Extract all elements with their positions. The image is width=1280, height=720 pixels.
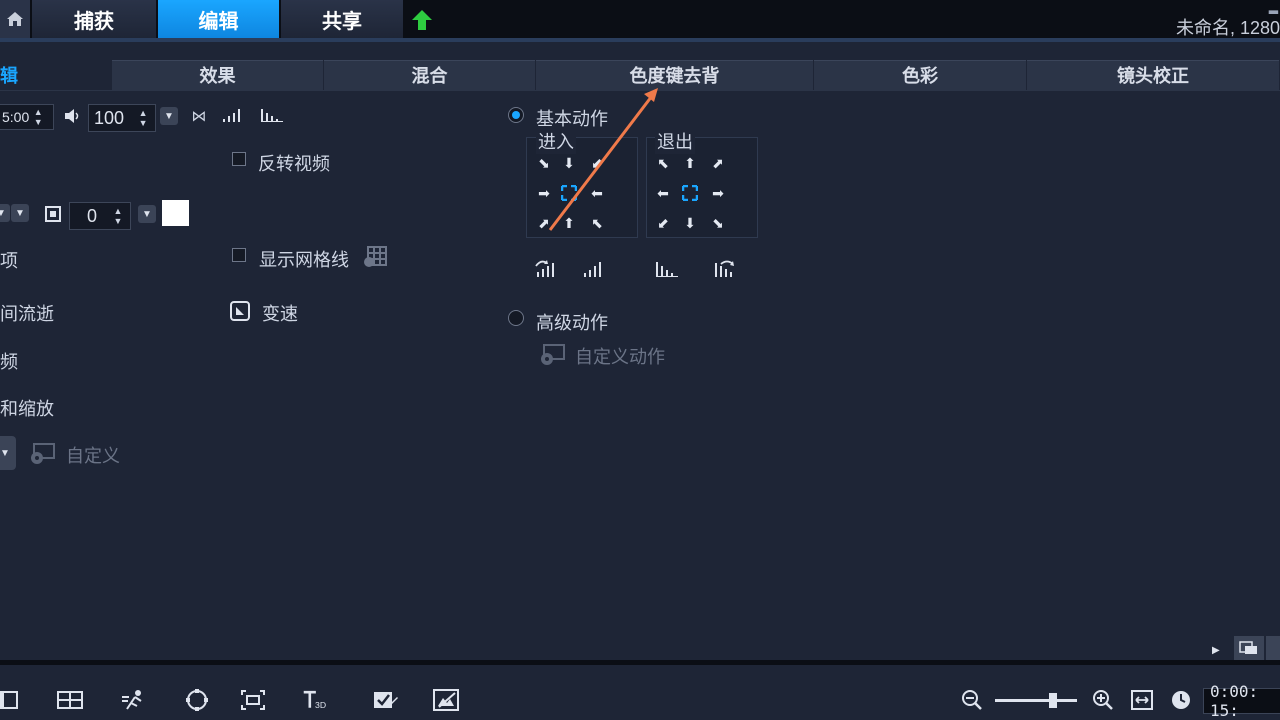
- custom-motion-icon: [538, 343, 566, 372]
- border-width-dropdown[interactable]: ▼: [0, 204, 10, 222]
- volume-stepper[interactable]: ▲ ▼: [136, 108, 150, 128]
- speed-change-label[interactable]: 变速: [262, 300, 298, 326]
- zoom-out-icon[interactable]: [961, 689, 983, 716]
- subtab-color-label: 色彩: [902, 66, 938, 86]
- fade-out-icon[interactable]: [260, 107, 284, 128]
- subtab-blend-label: 混合: [411, 66, 448, 86]
- tab-capture-label: 捕获: [74, 10, 114, 33]
- border-icon: [44, 205, 62, 223]
- time-lapse-label[interactable]: 时间流逝: [0, 300, 54, 326]
- border-style-dropdown[interactable]: ▼: [11, 204, 29, 222]
- volume-icon[interactable]: [63, 107, 81, 125]
- basic-motion-radio[interactable]: [508, 107, 524, 123]
- mute-icon[interactable]: ⋈: [190, 107, 208, 125]
- enter-rotate-fade-icon[interactable]: [533, 258, 557, 283]
- layout-button-2[interactable]: [1266, 636, 1280, 660]
- exit-top-right-arrow-icon[interactable]: ⬈: [710, 155, 726, 171]
- window-close-icon[interactable]: ▂: [1269, 0, 1278, 14]
- painting-icon[interactable]: [433, 688, 459, 712]
- reverse-video-label: 反转视频: [258, 154, 330, 174]
- exit-top-arrow-icon[interactable]: ⬆: [682, 155, 698, 171]
- subtab-effects[interactable]: 效果: [112, 60, 324, 90]
- project-title: 未命名, 1280: [1175, 18, 1280, 38]
- layout-button[interactable]: [1234, 636, 1264, 660]
- exit-rotate-fade-icon[interactable]: [713, 258, 737, 283]
- volume-value: 100: [94, 107, 125, 128]
- subtab-lens-correction-label: 镜头校正: [1117, 66, 1189, 86]
- border-dropdown[interactable]: ▼: [138, 205, 156, 223]
- clock-icon[interactable]: [1170, 689, 1192, 716]
- tab-share[interactable]: 共享: [281, 0, 404, 38]
- exit-bottom-right-arrow-icon[interactable]: ⬊: [710, 215, 726, 231]
- options-label[interactable]: 选项: [0, 247, 18, 273]
- exit-right-arrow-icon[interactable]: ➡: [710, 185, 726, 201]
- tab-share-label: 共享: [322, 10, 362, 33]
- volume-field[interactable]: 100 ▲ ▼: [88, 104, 156, 132]
- upload-button[interactable]: [408, 6, 436, 34]
- enter-fade-icon[interactable]: [583, 258, 607, 283]
- timeline-view-icon[interactable]: [57, 688, 83, 712]
- edit-overlay-icon[interactable]: [373, 688, 399, 712]
- tab-edit[interactable]: 编辑: [158, 0, 280, 38]
- zoom-in-icon[interactable]: [1092, 689, 1114, 716]
- advanced-motion-label: 高级动作: [536, 313, 608, 333]
- border-color-swatch[interactable]: [162, 200, 189, 226]
- duration-field[interactable]: 5:00 ▲ ▼: [0, 104, 54, 130]
- motion-track-icon[interactable]: [121, 688, 147, 712]
- layout-icon: [1239, 641, 1257, 654]
- tab-edit-label: 编辑: [198, 10, 239, 33]
- annotation-arrow: [548, 88, 658, 231]
- show-grid-label: 显示网格线: [259, 250, 349, 270]
- exit-bottom-arrow-icon[interactable]: ⬇: [682, 215, 698, 231]
- expand-arrow-icon[interactable]: ▶: [1212, 645, 1220, 656]
- subtab-edit-label: 编辑: [0, 66, 18, 86]
- duration-stepper[interactable]: ▲ ▼: [31, 107, 45, 127]
- duration-value: 5:00: [2, 109, 30, 125]
- grid-settings-icon[interactable]: [362, 245, 388, 274]
- tab-capture[interactable]: 捕获: [32, 0, 157, 38]
- volume-dropdown[interactable]: ▼: [160, 107, 178, 125]
- subtab-blend[interactable]: 混合: [324, 60, 536, 90]
- title-3d-icon[interactable]: 3D: [302, 688, 328, 712]
- subtab-lens-correction[interactable]: 镜头校正: [1027, 60, 1280, 90]
- upload-arrow-icon: [412, 10, 432, 30]
- pan-zoom-label[interactable]: 移动和缩放: [0, 395, 54, 421]
- pan-zoom-dropdown[interactable]: ▼: [0, 436, 16, 470]
- top-divider: [0, 38, 1280, 42]
- storyboard-icon[interactable]: [0, 688, 20, 712]
- fade-in-icon[interactable]: [222, 107, 244, 128]
- border-size-field[interactable]: 0 ▲ ▼: [69, 202, 131, 230]
- exit-center-icon[interactable]: [682, 185, 698, 201]
- border-size-stepper[interactable]: ▲ ▼: [111, 206, 125, 226]
- border-size-value: 0: [87, 205, 98, 226]
- show-grid-checkbox[interactable]: [232, 248, 246, 262]
- home-button[interactable]: [0, 0, 30, 38]
- video-label[interactable]: 视频: [0, 348, 18, 374]
- custom-motion-label: 自定义动作: [575, 347, 665, 367]
- subtab-color[interactable]: 色彩: [814, 60, 1027, 90]
- project-duration-timecode: 0:00: 15:: [1203, 682, 1280, 720]
- reverse-video-checkbox[interactable]: [232, 152, 246, 166]
- fit-timeline-icon[interactable]: [1131, 690, 1153, 715]
- custom-settings-icon: [28, 442, 56, 466]
- custom-label: 自定义: [66, 446, 120, 466]
- mask-icon[interactable]: [184, 688, 210, 712]
- crop-icon[interactable]: [240, 688, 266, 712]
- speed-change-icon: [230, 301, 250, 326]
- svg-text:3D: 3D: [315, 700, 326, 710]
- zoom-slider-track[interactable]: [995, 699, 1077, 702]
- subtab-effects-label: 效果: [199, 66, 236, 86]
- advanced-motion-radio[interactable]: [508, 310, 524, 326]
- exit-fade-icon[interactable]: [655, 258, 679, 283]
- home-icon: [7, 12, 23, 26]
- zoom-slider-thumb[interactable]: [1049, 693, 1057, 708]
- subtab-edit[interactable]: 编辑: [0, 60, 112, 90]
